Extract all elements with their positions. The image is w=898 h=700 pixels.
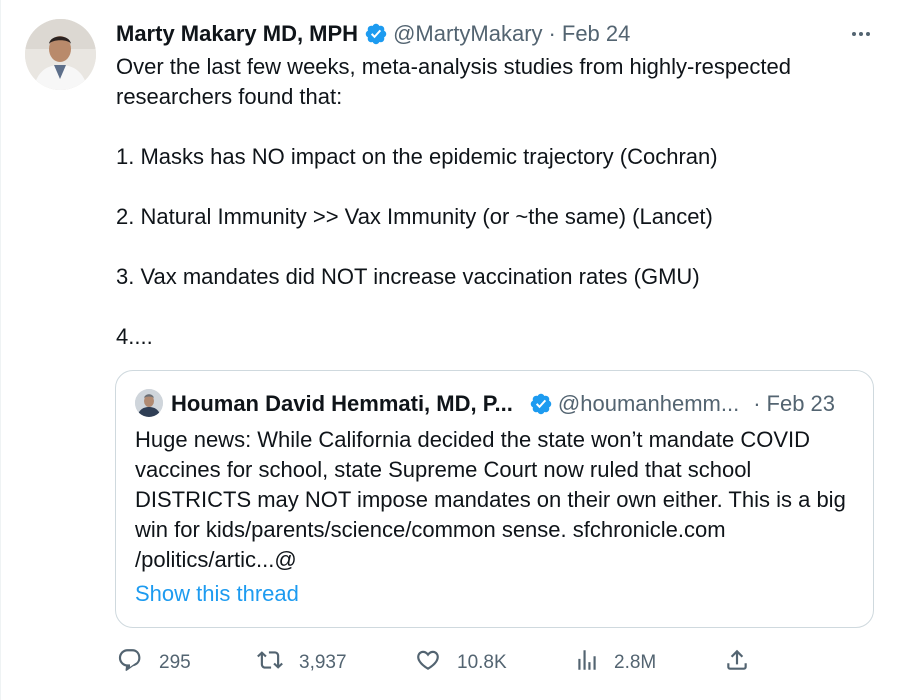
more-dot	[859, 32, 863, 36]
views-button[interactable]: 2.8M	[574, 645, 656, 681]
tweet-text: Over the last few weeks, meta-analysis s…	[116, 54, 791, 349]
verified-badge-icon	[529, 392, 553, 416]
quoted-author-name: Houman David Hemmati, MD, P...	[171, 391, 513, 416]
tweet-actions: 295 3,937 10.8K 2.8M	[0, 645, 898, 685]
author-avatar[interactable]	[25, 19, 96, 90]
retweet-icon	[257, 647, 283, 679]
reply-icon	[117, 647, 143, 679]
verified-badge-icon	[364, 22, 388, 46]
heart-icon	[415, 647, 441, 679]
quoted-tweet-date: Feb 23	[766, 391, 836, 416]
header-separator: ·	[548, 21, 556, 46]
quoted-author-handle: @houmanhemm...	[557, 391, 740, 416]
tweet-date[interactable]: Feb 24	[562, 21, 631, 47]
like-count: 10.8K	[457, 652, 507, 673]
quoted-author-avatar	[135, 389, 163, 417]
reply-count: 295	[159, 652, 191, 673]
quoted-tweet-text: Huge news: While California decided the …	[135, 427, 846, 572]
more-horizontal-icon[interactable]	[848, 23, 874, 45]
left-divider	[0, 0, 1, 700]
retweet-count: 3,937	[299, 652, 347, 673]
more-dot	[852, 32, 856, 36]
author-name[interactable]: Marty Makary MD, MPH	[116, 21, 358, 47]
share-button[interactable]	[724, 645, 750, 681]
share-icon	[724, 647, 750, 679]
show-thread-link[interactable]: Show this thread	[135, 581, 299, 607]
more-dot	[866, 32, 870, 36]
quoted-header-separator: ·	[753, 391, 761, 416]
retweet-button[interactable]: 3,937	[257, 645, 347, 681]
quoted-tweet-header: Houman David Hemmati, MD, P... @houmanhe…	[171, 390, 861, 418]
views-chart-icon	[574, 647, 600, 679]
reply-button[interactable]: 295	[117, 645, 191, 681]
quoted-tweet-card[interactable]: Houman David Hemmati, MD, P... @houmanhe…	[115, 370, 874, 628]
tweet-header: Marty Makary MD, MPH @MartyMakary · Feb …	[116, 20, 630, 48]
like-button[interactable]: 10.8K	[415, 645, 507, 681]
author-handle[interactable]: @MartyMakary	[393, 21, 542, 47]
views-count: 2.8M	[614, 652, 657, 673]
